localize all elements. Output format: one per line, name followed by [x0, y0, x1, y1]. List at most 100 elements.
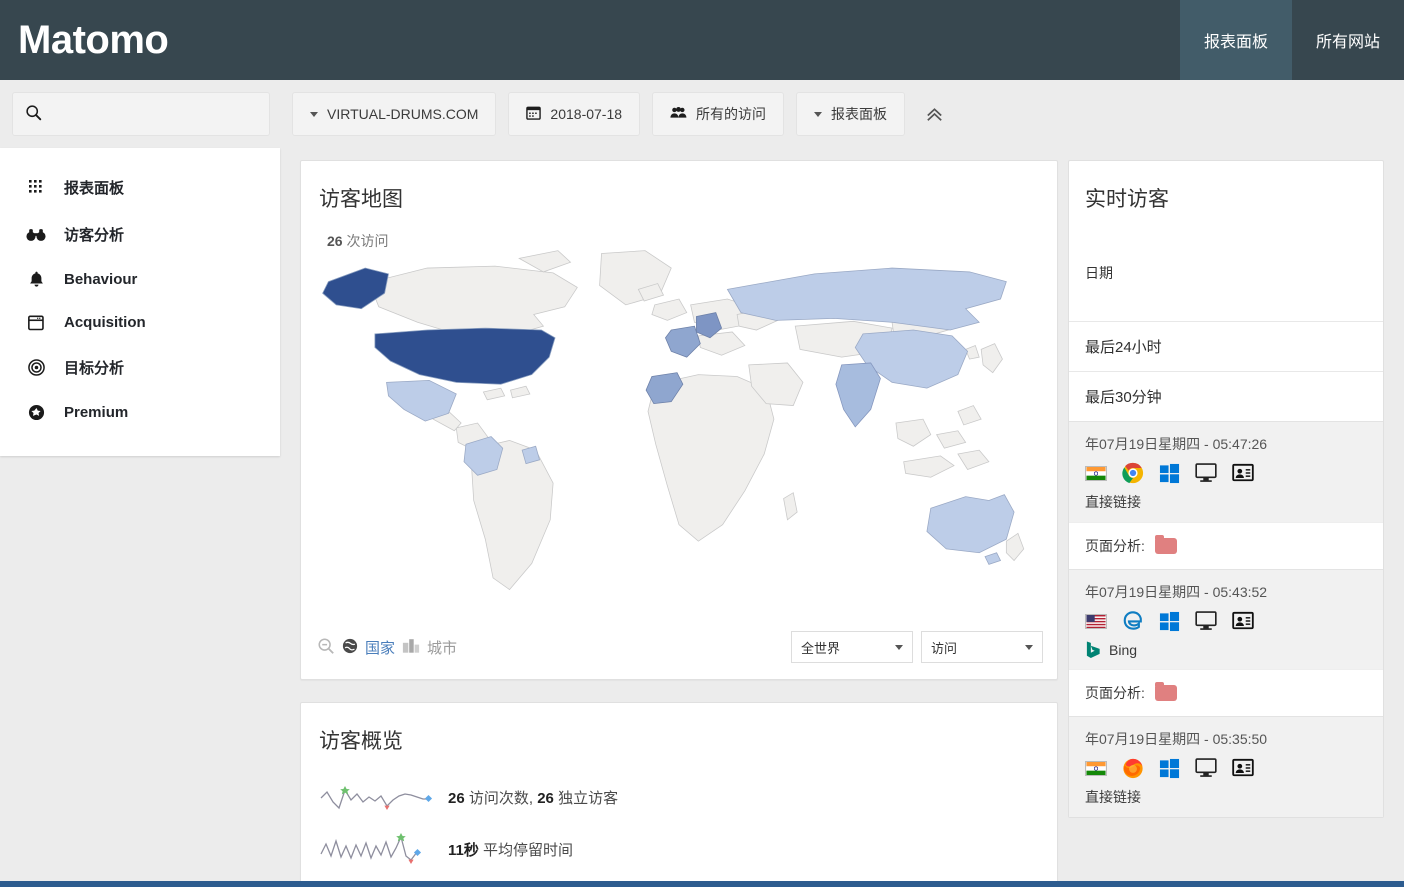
- page-analysis-label: 页面分析:: [1085, 685, 1145, 701]
- realtime-date-label: 日期: [1085, 265, 1113, 281]
- sidebar-item-acquisition[interactable]: Acquisition: [0, 301, 280, 344]
- target-icon: [26, 359, 46, 376]
- zoom-out-icon[interactable]: [317, 637, 335, 658]
- map-country-united-states[interactable]: [374, 327, 556, 385]
- overview-avgtime-label: 平均停留时间: [483, 841, 574, 859]
- overview-row-visits[interactable]: 26 访问次数, 26 独立访客: [301, 771, 1057, 823]
- india-flag: [1085, 465, 1107, 481]
- visit-referrer-label: 直接链接: [1085, 494, 1141, 510]
- overview-visits-label: 访问次数,: [468, 789, 538, 807]
- map-footer: 国家 城市 全世界 访问: [301, 623, 1057, 679]
- visit-referrer-label: Bing: [1109, 641, 1138, 658]
- sidebar-item-goals-label: 目标分析: [64, 360, 125, 377]
- sidebar-item-dashboard-label: 报表面板: [64, 180, 125, 197]
- segment-selector-label: 所有的访问: [696, 106, 767, 122]
- app-logo[interactable]: Matomo: [0, 0, 169, 80]
- visits-overview-widget: 访客概览 26 访问次数, 26 独立访客 11秒 平均停留时间: [300, 702, 1058, 887]
- dashboard-center-column: 访客地图 26 次访问 国家 城市 全世界 访问 访客概览 26 访问次数, 2…: [280, 148, 1068, 887]
- sidebar-item-goals[interactable]: 目标分析: [0, 344, 280, 391]
- users-icon: [670, 106, 687, 122]
- map-metric-select[interactable]: 访问: [921, 631, 1043, 663]
- map-country-india[interactable]: [835, 362, 881, 428]
- desktop-icon: [1195, 463, 1217, 482]
- segment-selector[interactable]: 所有的访问: [652, 92, 785, 136]
- top-navigation: 报表面板 所有网站: [1179, 0, 1404, 80]
- top-nav-all-websites-label: 所有网站: [1315, 34, 1380, 51]
- overview-row-avg-time[interactable]: 11秒 平均停留时间: [301, 823, 1057, 875]
- visit-page-analysis[interactable]: 页面分析:: [1069, 522, 1383, 569]
- search-box[interactable]: [12, 92, 270, 136]
- overview-visits-value: 26: [448, 789, 465, 807]
- folder-icon[interactable]: [1154, 682, 1177, 701]
- collapse-toolbar-button[interactable]: [917, 97, 951, 131]
- bottom-strip: [0, 881, 1404, 887]
- realtime-visit-row[interactable]: 年07月19日星期四 - 05:47:26 直接链接: [1069, 421, 1383, 522]
- chevron-down-icon: [1025, 644, 1033, 650]
- binoculars-icon: [26, 228, 46, 242]
- chevron-up-icon: [926, 107, 942, 121]
- windows-icon: [1159, 758, 1180, 778]
- overview-unique-label: 独立访客: [558, 789, 619, 807]
- usa-flag: [1085, 613, 1107, 629]
- overview-visits-text: 26 访问次数, 26 独立访客: [448, 787, 618, 808]
- overview-avgtime-text: 11秒 平均停留时间: [448, 839, 573, 860]
- site-selector[interactable]: VIRTUAL-DRUMS.COM: [292, 92, 497, 136]
- sidebar-item-dashboard[interactable]: 报表面板: [0, 164, 280, 211]
- visitor-profile-icon[interactable]: [1232, 611, 1254, 631]
- folder-icon[interactable]: [1154, 535, 1177, 554]
- top-nav-all-websites[interactable]: 所有网站: [1292, 0, 1404, 80]
- overview-avgtime-value: 11秒: [448, 841, 479, 859]
- windows-icon: [1159, 611, 1180, 631]
- sparkline-avg-time: [320, 833, 422, 864]
- india-flag: [1085, 760, 1107, 776]
- chrome-icon: [1122, 462, 1144, 484]
- visitor-map-widget: 访客地图 26 次访问 国家 城市 全世界 访问: [300, 160, 1058, 680]
- desktop-icon: [1195, 611, 1217, 630]
- visitor-profile-icon[interactable]: [1232, 463, 1254, 483]
- site-selector-label: VIRTUAL-DRUMS.COM: [327, 106, 479, 122]
- visit-icon-group: [1085, 757, 1383, 779]
- globe-icon[interactable]: [342, 638, 358, 657]
- date-selector[interactable]: 2018-07-18: [508, 92, 641, 136]
- world-map-svg[interactable]: [311, 223, 1047, 623]
- chevron-down-icon: [310, 111, 318, 117]
- sidebar-item-premium[interactable]: Premium: [0, 391, 280, 434]
- sidebar-item-acquisition-label: Acquisition: [64, 314, 146, 331]
- visitor-map-area[interactable]: 26 次访问: [301, 223, 1057, 623]
- sidebar-item-visitors[interactable]: 访客分析: [0, 211, 280, 258]
- visit-referrer-label: 直接链接: [1085, 789, 1141, 805]
- badge-icon: [26, 404, 46, 421]
- map-country-link[interactable]: 国家: [365, 637, 395, 658]
- search-input[interactable]: [50, 105, 257, 123]
- visit-icon-group: [1085, 610, 1383, 632]
- visit-referrer: 直接链接: [1085, 492, 1383, 512]
- firefox-icon: [1123, 758, 1143, 779]
- visit-icon-group: [1085, 462, 1383, 484]
- city-icon[interactable]: [402, 638, 420, 656]
- search-icon: [25, 104, 42, 124]
- realtime-visit-row[interactable]: 年07月19日星期四 - 05:43:52 Bing: [1069, 569, 1383, 669]
- map-metric-label: 次访问: [346, 233, 389, 249]
- visit-page-analysis[interactable]: 页面分析:: [1069, 669, 1383, 716]
- visit-referrer[interactable]: Bing: [1085, 640, 1383, 659]
- realtime-title: 实时访客: [1085, 188, 1169, 211]
- sidebar-item-behaviour[interactable]: Behaviour: [0, 258, 280, 301]
- map-city-link[interactable]: 城市: [427, 637, 457, 658]
- map-country-tasmania[interactable]: [984, 552, 1002, 565]
- map-country-australia[interactable]: [926, 494, 1015, 554]
- dashboard-selector[interactable]: 报表面板: [796, 92, 906, 136]
- desktop-icon: [1195, 758, 1217, 777]
- map-region-select[interactable]: 全世界: [791, 631, 913, 663]
- sidebar-item-visitors-label: 访客分析: [64, 227, 125, 244]
- visit-timestamp: 年07月19日星期四 - 05:43:52: [1085, 584, 1268, 600]
- realtime-visit-row[interactable]: 年07月19日星期四 - 05:35:50 直接链接: [1069, 716, 1383, 817]
- top-header: Matomo 报表面板 所有网站: [0, 0, 1404, 80]
- top-nav-dashboard[interactable]: 报表面板: [1179, 0, 1292, 80]
- top-nav-dashboard-label: 报表面板: [1203, 34, 1268, 51]
- realtime-last-30min[interactable]: 最后30分钟: [1069, 371, 1383, 421]
- visitor-profile-icon[interactable]: [1232, 758, 1254, 778]
- map-country-france[interactable]: [664, 325, 701, 358]
- map-metric-value: 26: [327, 233, 343, 249]
- realtime-last-24h[interactable]: 最后24小时: [1069, 321, 1383, 371]
- map-metric-select-label: 访问: [931, 640, 958, 656]
